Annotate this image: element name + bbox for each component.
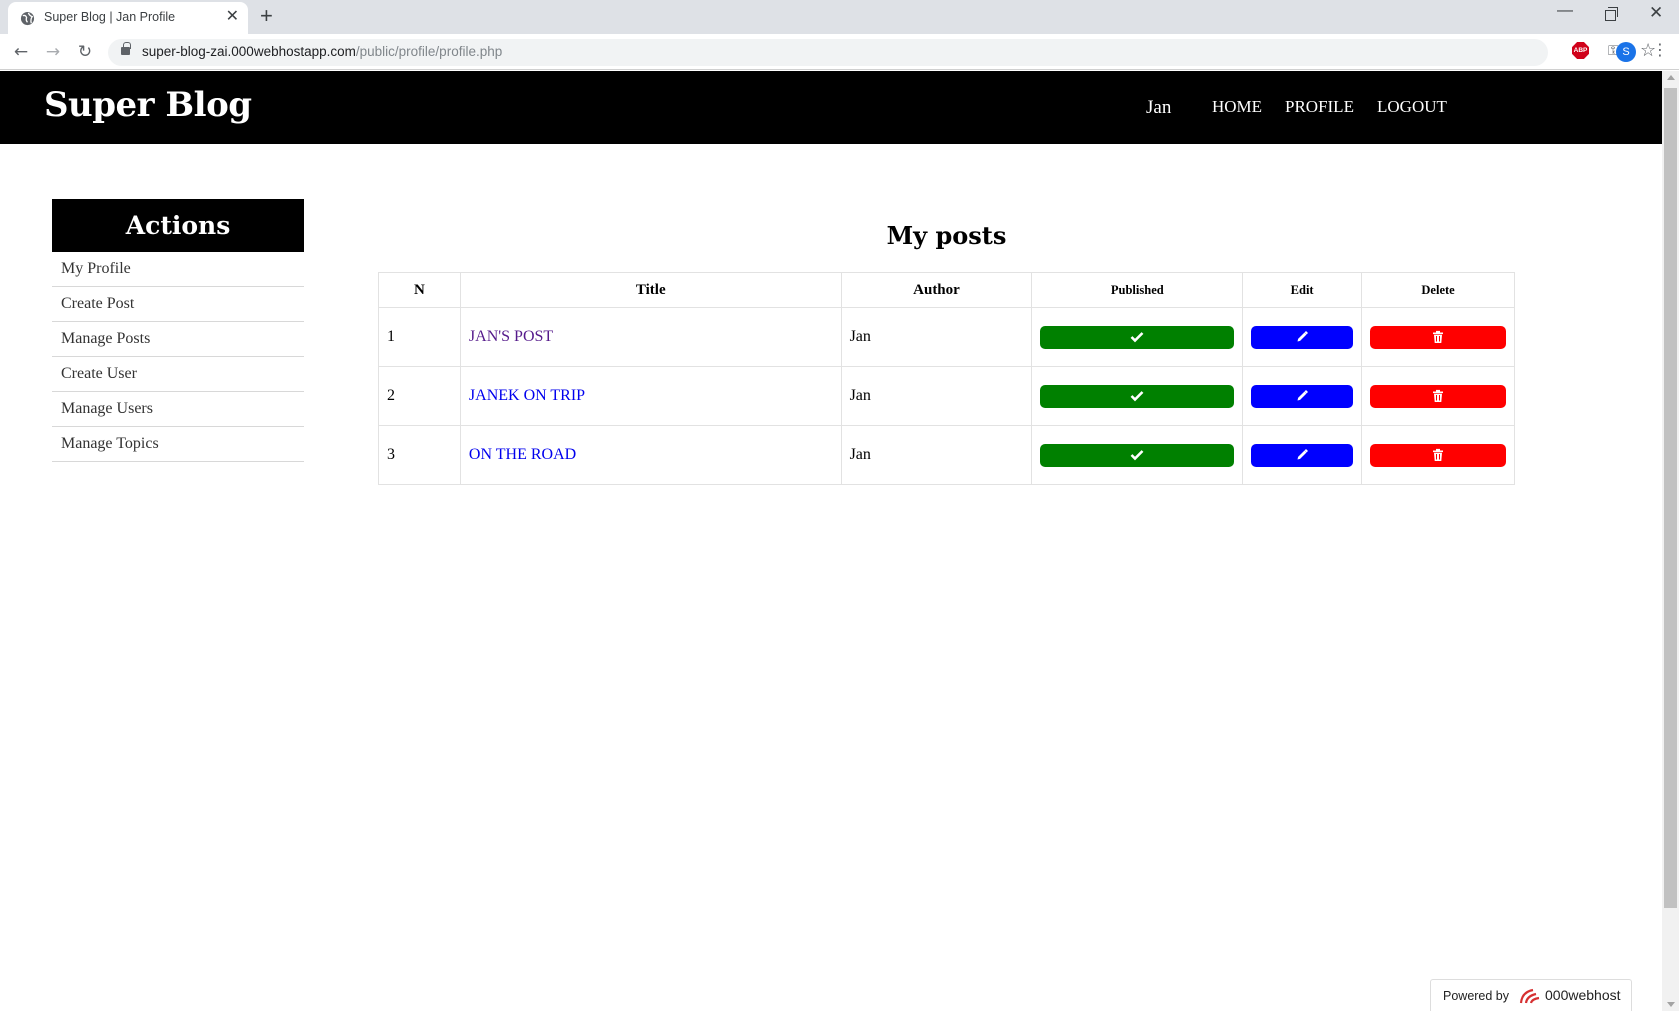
post-number: 2: [378, 366, 461, 426]
table-row: 3 ON THE ROAD Jan: [378, 425, 1515, 485]
table-header-row: N Title Author Published Edit Delete: [378, 272, 1515, 308]
sidebar-item-create-post[interactable]: Create Post: [52, 287, 304, 322]
trash-icon: [1433, 330, 1444, 343]
column-header-title: Title: [459, 272, 842, 308]
sidebar-item-my-profile[interactable]: My Profile: [52, 252, 304, 287]
sidebar-item-manage-posts[interactable]: Manage Posts: [52, 322, 304, 357]
post-author: Jan: [840, 425, 1033, 485]
sidebar-item-manage-users[interactable]: Manage Users: [52, 392, 304, 427]
edit-button[interactable]: [1251, 384, 1354, 408]
scroll-down-arrow-icon[interactable]: [1667, 1002, 1675, 1007]
post-author: Jan: [840, 307, 1033, 367]
nav-logout-link[interactable]: LOGOUT: [1377, 97, 1447, 117]
check-icon: [1130, 450, 1144, 461]
post-number: 1: [378, 307, 461, 367]
publish-button[interactable]: [1040, 443, 1235, 467]
nav-home-link[interactable]: HOME: [1212, 97, 1262, 117]
url-text[interactable]: super-blog-zai.000webhostapp.com/public/…: [142, 44, 502, 59]
publish-button[interactable]: [1040, 384, 1235, 408]
site-header: Super Blog Jan HOME PROFILE LOGOUT: [0, 71, 1662, 144]
post-author: Jan: [840, 366, 1033, 426]
browser-menu-icon[interactable]: ⋮: [1652, 40, 1668, 59]
powered-by-badge[interactable]: Powered by 000webhost: [1430, 979, 1632, 1011]
sidebar-title: Actions: [52, 199, 304, 252]
delete-button[interactable]: [1370, 443, 1506, 467]
pencil-icon: [1297, 389, 1309, 401]
column-header-published: Published: [1031, 272, 1244, 308]
nav-profile-link[interactable]: PROFILE: [1285, 97, 1354, 117]
browser-tab[interactable]: Super Blog | Jan Profile ✕: [8, 2, 248, 34]
table-row: 2 JANEK ON TRIP Jan: [378, 366, 1515, 426]
delete-button[interactable]: [1370, 325, 1506, 349]
adblock-extension-icon[interactable]: ABP: [1572, 42, 1589, 59]
profile-avatar[interactable]: S: [1616, 42, 1636, 62]
site-logo[interactable]: Super Blog: [44, 85, 252, 125]
column-header-delete: Delete: [1361, 272, 1515, 308]
page-viewport: Super Blog Jan HOME PROFILE LOGOUT Actio…: [0, 71, 1662, 1011]
webhost-logo-icon: [1519, 988, 1540, 1004]
page-title: My posts: [886, 221, 1007, 250]
trash-icon: [1433, 448, 1444, 461]
forward-arrow-icon[interactable]: →: [42, 41, 64, 63]
scroll-up-arrow-icon[interactable]: [1667, 75, 1675, 80]
restore-window-button[interactable]: [1605, 7, 1618, 21]
post-number: 3: [378, 425, 461, 485]
powered-by-brand: 000webhost: [1545, 987, 1621, 1003]
edit-button[interactable]: [1251, 325, 1354, 349]
browser-toolbar: ← → ↻ super-blog-zai.000webhostapp.com/p…: [0, 34, 1679, 70]
address-bar[interactable]: super-blog-zai.000webhostapp.com/public/…: [108, 39, 1656, 66]
sidebar-item-manage-topics[interactable]: Manage Topics: [52, 427, 304, 462]
tab-close-icon[interactable]: ✕: [226, 8, 239, 26]
column-header-edit: Edit: [1242, 272, 1363, 308]
post-title-link[interactable]: JAN'S POST: [469, 328, 553, 345]
publish-button[interactable]: [1040, 325, 1235, 349]
minimize-window-button[interactable]: —: [1557, 2, 1573, 20]
check-icon: [1130, 332, 1144, 343]
scrollbar-thumb[interactable]: [1664, 88, 1677, 908]
delete-button[interactable]: [1370, 384, 1506, 408]
browser-tabstrip: Super Blog | Jan Profile ✕ + — ✕: [0, 0, 1679, 34]
header-username: Jan: [1146, 97, 1172, 118]
post-title-link[interactable]: JANEK ON TRIP: [469, 387, 585, 404]
column-header-n: N: [378, 272, 461, 308]
column-header-author: Author: [840, 272, 1033, 308]
new-tab-button[interactable]: +: [260, 4, 273, 28]
check-icon: [1130, 391, 1144, 402]
pencil-icon: [1297, 448, 1309, 460]
page-scrollbar[interactable]: [1662, 71, 1679, 1011]
edit-button[interactable]: [1251, 443, 1354, 467]
reload-icon[interactable]: ↻: [74, 41, 96, 63]
pencil-icon: [1297, 330, 1309, 342]
posts-table: N Title Author Published Edit Delete 1 J…: [378, 272, 1515, 485]
trash-icon: [1433, 389, 1444, 402]
sidebar-item-create-user[interactable]: Create User: [52, 357, 304, 392]
post-title-link[interactable]: ON THE ROAD: [469, 446, 576, 463]
table-row: 1 JAN'S POST Jan: [378, 307, 1515, 367]
close-window-button[interactable]: ✕: [1649, 3, 1663, 23]
lock-icon: [121, 42, 131, 55]
globe-icon: [20, 11, 35, 26]
powered-by-label: Powered by: [1443, 989, 1510, 1003]
back-arrow-icon[interactable]: ←: [10, 41, 32, 63]
tab-title: Super Blog | Jan Profile: [44, 10, 176, 24]
actions-sidebar: Actions My Profile Create Post Manage Po…: [52, 199, 304, 462]
